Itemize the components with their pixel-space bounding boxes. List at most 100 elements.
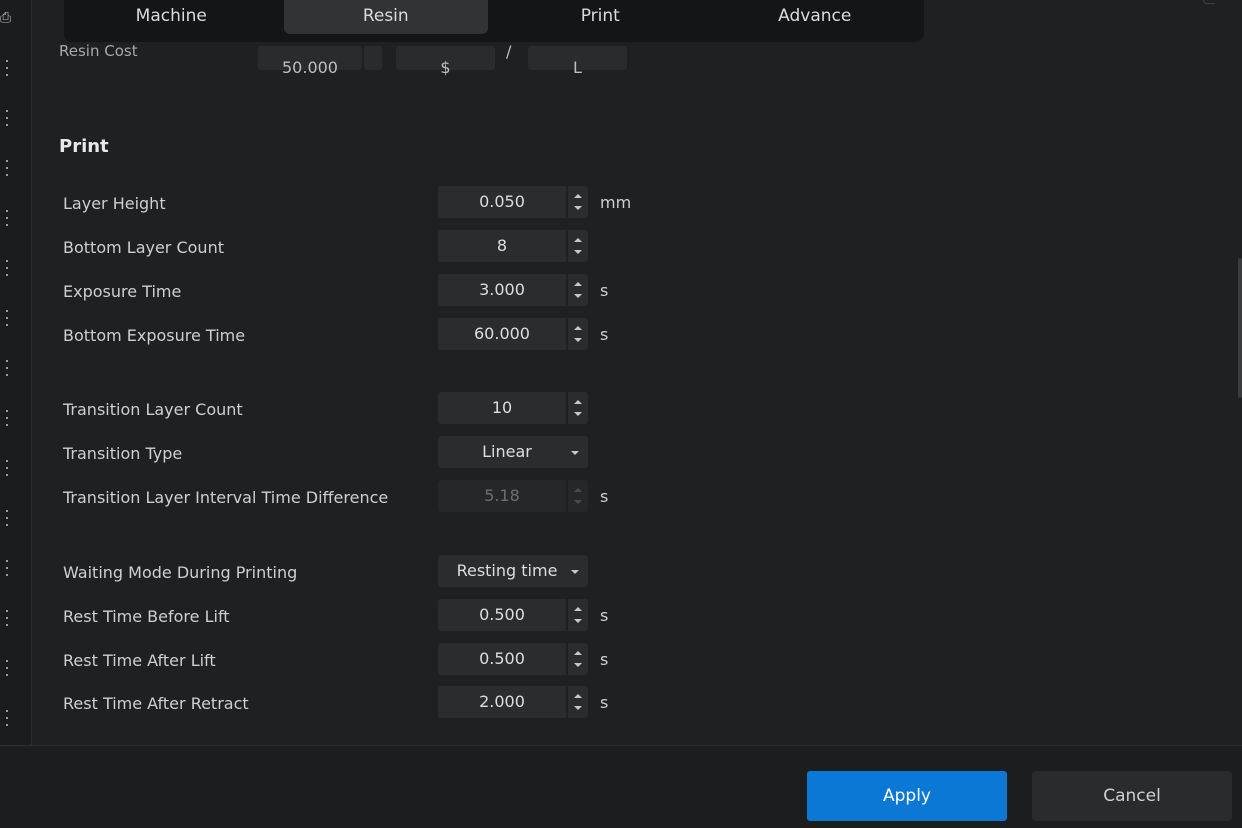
layer-height-label: Layer Height — [63, 194, 166, 213]
transition-layer-count-value[interactable]: 10 — [438, 392, 566, 424]
waiting-mode-label: Waiting Mode During Printing — [63, 563, 298, 582]
bottom-exposure-time-value[interactable]: 60.000 — [438, 318, 566, 350]
rest-after-retract-unit: s — [600, 693, 609, 712]
dialog-footer: Apply Cancel — [0, 745, 1242, 828]
bottom-layer-count-label: Bottom Layer Count — [63, 238, 224, 257]
arrow-up-icon[interactable] — [574, 651, 582, 655]
rest-after-retract-input[interactable]: 2.000 — [438, 686, 588, 718]
transition-interval-label: Transition Layer Interval Time Differenc… — [63, 488, 389, 507]
rest-before-lift-unit: s — [600, 606, 609, 625]
stepper-arrows — [566, 480, 588, 512]
stepper-arrows[interactable] — [566, 230, 588, 262]
resin-cost-input[interactable]: 50.000 — [258, 46, 362, 77]
rest-after-lift-unit: s — [600, 650, 609, 669]
transition-interval-unit: s — [600, 487, 609, 506]
exposure-time-unit: s — [600, 281, 609, 300]
stepper-arrows[interactable] — [566, 392, 588, 424]
transition-interval-row: Transition Layer Interval Time Differenc… — [0, 480, 700, 512]
settings-dialog: ⎙ Machine Resin Print Advance Resin Cost… — [0, 0, 1242, 828]
cancel-button[interactable]: Cancel — [1032, 771, 1232, 821]
printer-icon[interactable]: ⎙ — [0, 10, 16, 26]
transition-interval-value: 5.18 — [484, 486, 520, 505]
arrow-up-icon[interactable] — [574, 607, 582, 611]
arrow-up-icon[interactable] — [574, 194, 582, 198]
arrow-down-icon[interactable] — [574, 706, 582, 710]
arrow-up-icon[interactable] — [574, 400, 582, 404]
drag-handle-icon[interactable] — [4, 108, 10, 128]
bottom-exposure-time-input[interactable]: 60.000 — [438, 318, 588, 350]
layer-height-unit: mm — [600, 193, 632, 212]
exposure-time-label: Exposure Time — [63, 282, 182, 301]
rest-before-lift-row: Rest Time Before Lift 0.500 s — [0, 599, 700, 631]
bottom-exposure-time-row: Bottom Exposure Time 60.000 s — [0, 318, 700, 350]
bottom-layer-count-input[interactable]: 8 — [438, 230, 588, 262]
transition-interval-input: 5.18 — [438, 480, 588, 512]
stepper-arrows[interactable] — [566, 186, 588, 218]
bottom-layer-count-value[interactable]: 8 — [438, 230, 566, 262]
resin-cost-stepper[interactable] — [364, 46, 382, 70]
volume-unit-select[interactable]: L — [528, 46, 627, 77]
transition-type-select[interactable]: Linear — [438, 436, 588, 468]
bottom-exposure-time-label: Bottom Exposure Time — [63, 326, 246, 345]
layer-height-value[interactable]: 0.050 — [438, 186, 566, 218]
waiting-mode-value[interactable]: Resting time — [438, 555, 576, 587]
chevron-down-icon[interactable] — [571, 451, 579, 455]
rest-after-retract-value[interactable]: 2.000 — [438, 686, 566, 718]
rest-before-lift-value[interactable]: 0.500 — [438, 599, 566, 631]
arrow-up-icon[interactable] — [574, 326, 582, 330]
arrow-down-icon[interactable] — [574, 619, 582, 623]
layer-height-row: Layer Height 0.050 mm — [0, 186, 700, 218]
transition-type-label: Transition Type — [63, 444, 183, 463]
arrow-up-icon[interactable] — [574, 694, 582, 698]
transition-layer-count-input[interactable]: 10 — [438, 392, 588, 424]
waiting-mode-row: Waiting Mode During Printing Resting tim… — [0, 555, 700, 587]
section-title-print: Print — [59, 136, 109, 157]
exposure-time-row: Exposure Time 3.000 s — [0, 274, 700, 306]
stepper-arrows[interactable] — [566, 686, 588, 718]
scrollbar-thumb[interactable] — [1238, 258, 1242, 398]
bottom-exposure-time-unit: s — [600, 325, 609, 344]
stepper-arrows[interactable] — [566, 643, 588, 675]
arrow-down-icon[interactable] — [574, 250, 582, 254]
layer-height-input[interactable]: 0.050 — [438, 186, 588, 218]
stepper-arrows[interactable] — [566, 599, 588, 631]
rest-before-lift-input[interactable]: 0.500 — [438, 599, 588, 631]
tab-print[interactable]: Print — [493, 0, 708, 34]
cost-separator: / — [506, 44, 512, 61]
bottom-layer-count-row: Bottom Layer Count 8 — [0, 230, 700, 262]
arrow-down-icon[interactable] — [574, 206, 582, 210]
stepper-arrows[interactable] — [566, 274, 588, 306]
rest-after-lift-value[interactable]: 0.500 — [438, 643, 566, 675]
rest-after-retract-row: Rest Time After Retract 2.000 s — [0, 686, 700, 718]
chevron-down-icon[interactable] — [571, 570, 579, 574]
stepper-arrows[interactable] — [566, 318, 588, 350]
arrow-up-icon — [574, 488, 582, 492]
arrow-up-icon[interactable] — [574, 282, 582, 286]
transition-layer-count-row: Transition Layer Count 10 — [0, 392, 700, 424]
transition-type-value[interactable]: Linear — [438, 436, 576, 468]
currency-select[interactable]: $ — [396, 46, 495, 77]
left-rail: ⎙ — [0, 0, 32, 745]
tab-machine[interactable]: Machine — [64, 0, 279, 34]
resin-cost-label: Resin Cost — [59, 44, 138, 60]
tab-resin[interactable]: Resin — [283, 0, 489, 34]
arrow-down-icon[interactable] — [574, 663, 582, 667]
apply-button[interactable]: Apply — [807, 771, 1007, 821]
arrow-down-icon — [574, 500, 582, 504]
transition-type-row: Transition Type Linear — [0, 436, 700, 468]
corner-decoration — [1203, 0, 1215, 4]
arrow-down-icon[interactable] — [574, 412, 582, 416]
tab-bar: Machine Resin Print Advance — [64, 0, 924, 42]
exposure-time-input[interactable]: 3.000 — [438, 274, 588, 306]
rest-after-lift-label: Rest Time After Lift — [63, 651, 216, 670]
arrow-down-icon[interactable] — [574, 294, 582, 298]
resin-cost-row: Resin Cost 50.000 $ / L — [0, 44, 1242, 84]
rest-after-lift-input[interactable]: 0.500 — [438, 643, 588, 675]
arrow-up-icon[interactable] — [574, 238, 582, 242]
drag-handle-icon[interactable] — [4, 358, 10, 378]
arrow-down-icon[interactable] — [574, 338, 582, 342]
exposure-time-value[interactable]: 3.000 — [438, 274, 566, 306]
tab-advance[interactable]: Advance — [708, 0, 923, 34]
drag-handle-icon[interactable] — [4, 158, 10, 178]
waiting-mode-select[interactable]: Resting time — [438, 555, 588, 587]
